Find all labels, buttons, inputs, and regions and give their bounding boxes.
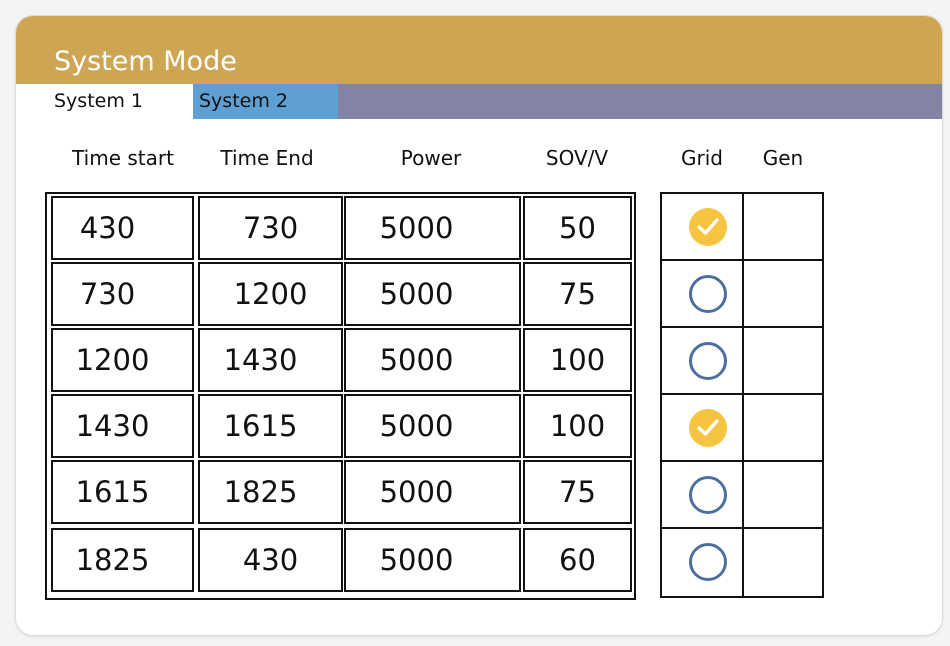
cell-power-value: 5000: [379, 343, 454, 377]
gen-select-cell[interactable]: [744, 328, 822, 395]
cell-time-end-value: 1200: [233, 277, 308, 311]
cell-sov[interactable]: 100: [523, 394, 632, 458]
schedule-table: 430 730 5000 50 730 1200 5000 75 1200 1430 5000 100…: [45, 192, 636, 600]
empty-circle-icon[interactable]: [689, 342, 727, 380]
grid-select-cell: [662, 395, 744, 462]
cell-power[interactable]: 5000: [344, 528, 521, 592]
column-header-time-end: Time End: [220, 146, 314, 170]
column-header-time-start: Time start: [72, 146, 174, 170]
cell-sov[interactable]: 75: [523, 460, 632, 524]
empty-circle-icon[interactable]: [689, 275, 727, 313]
cell-power[interactable]: 5000: [344, 394, 521, 458]
cell-time-end[interactable]: 1825: [198, 460, 343, 524]
empty-circle-icon[interactable]: [689, 476, 727, 514]
cell-sov-value: 100: [549, 343, 606, 377]
cell-time-end-value: 730: [242, 211, 299, 245]
cell-time-end[interactable]: 730: [198, 196, 343, 260]
cell-sov[interactable]: 60: [523, 528, 632, 592]
cell-sov-value: 100: [549, 409, 606, 443]
cell-time-end-value: 1825: [223, 475, 298, 509]
cell-time-start-value: 430: [79, 211, 136, 245]
tab-bar: System 1 System 2: [16, 84, 942, 119]
cell-time-start[interactable]: 1200: [51, 328, 194, 392]
cell-time-end[interactable]: 1430: [198, 328, 343, 392]
cell-time-start[interactable]: 730: [51, 262, 194, 326]
cell-sov-value: 50: [559, 211, 596, 245]
cell-time-start-value: 1825: [75, 543, 150, 577]
column-header-grid: Grid: [681, 146, 723, 170]
cell-power[interactable]: 5000: [344, 196, 521, 260]
cell-power-value: 5000: [379, 543, 454, 577]
cell-time-end-value: 1615: [223, 409, 298, 443]
gen-select-cell[interactable]: [744, 529, 822, 596]
checkmark-circle-icon[interactable]: [689, 409, 727, 447]
cell-time-end-value: 1430: [223, 343, 298, 377]
grid-select-cell: [662, 529, 744, 596]
panel-title: System Mode: [54, 46, 237, 77]
source-selection-table: [660, 192, 824, 598]
cell-time-end[interactable]: 1615: [198, 394, 343, 458]
grid-select-cell: [662, 328, 744, 395]
cell-sov[interactable]: 75: [523, 262, 632, 326]
cell-power[interactable]: 5000: [344, 460, 521, 524]
gen-select-cell[interactable]: [744, 395, 822, 462]
cell-sov[interactable]: 100: [523, 328, 632, 392]
cell-time-start[interactable]: 430: [51, 196, 194, 260]
cell-time-start[interactable]: 1430: [51, 394, 194, 458]
gen-select-cell[interactable]: [744, 194, 822, 261]
cell-sov-value: 60: [559, 543, 596, 577]
column-header-sov: SOV/V: [545, 146, 609, 170]
grid-select-cell: [662, 462, 744, 529]
tab-system-1[interactable]: System 1: [16, 84, 193, 119]
cell-sov-value: 75: [559, 277, 596, 311]
checkmark-circle-icon[interactable]: [689, 208, 727, 246]
cell-time-start-value: 1615: [75, 475, 150, 509]
gen-select-cell[interactable]: [744, 261, 822, 328]
cell-power-value: 5000: [379, 211, 454, 245]
grid-select-cell: [662, 194, 744, 261]
column-header-power: Power: [400, 146, 462, 170]
tab-system-2[interactable]: System 2: [193, 84, 338, 119]
panel-header: System Mode: [16, 16, 942, 84]
grid-select-cell: [662, 261, 744, 328]
cell-power-value: 5000: [379, 409, 454, 443]
cell-time-end[interactable]: 430: [198, 528, 343, 592]
cell-time-start-value: 730: [79, 277, 136, 311]
gen-select-cell[interactable]: [744, 462, 822, 529]
cell-sov[interactable]: 50: [523, 196, 632, 260]
cell-power[interactable]: 5000: [344, 262, 521, 326]
column-header-gen: Gen: [762, 146, 804, 170]
cell-power[interactable]: 5000: [344, 328, 521, 392]
cell-time-start[interactable]: 1615: [51, 460, 194, 524]
cell-power-value: 5000: [379, 277, 454, 311]
cell-time-start-value: 1430: [75, 409, 150, 443]
cell-power-value: 5000: [379, 475, 454, 509]
cell-time-end-value: 430: [242, 543, 299, 577]
cell-time-start-value: 1200: [75, 343, 150, 377]
cell-sov-value: 75: [559, 475, 596, 509]
empty-circle-icon[interactable]: [689, 543, 727, 581]
cell-time-start[interactable]: 1825: [51, 528, 194, 592]
cell-time-end[interactable]: 1200: [198, 262, 343, 326]
